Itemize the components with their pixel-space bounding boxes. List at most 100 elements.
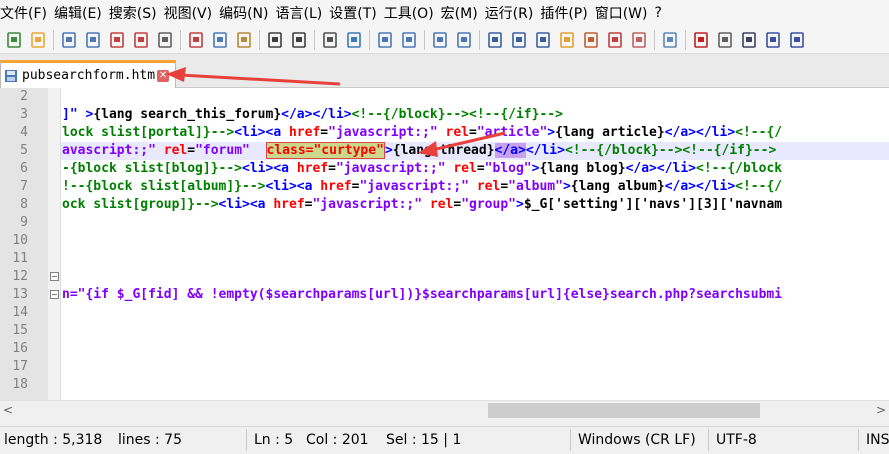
editor-area[interactable]: 2 3]" >{lang search_this_forum}</a></li><… [0,88,889,400]
doc-map-icon[interactable] [581,30,601,50]
menu-item-0[interactable]: 文件(F) [0,3,53,23]
status-lines: lines : 75 [118,432,182,448]
tab-label: pubsearchform.htm [22,68,156,83]
tab-pubsearchform[interactable]: pubsearchform.htm ✕ [0,60,176,88]
word-wrap-icon[interactable] [485,30,505,50]
function-list-icon[interactable] [605,30,625,50]
undo-icon[interactable] [265,30,285,50]
code-line: ock slist[group]}--><li><a href="javascr… [62,196,782,214]
code-token: <!--{/block}--><!--{/if}--> [351,107,563,122]
scroll-thumb[interactable] [488,403,760,418]
line-number: 3 [20,107,28,122]
toolbar-separator [685,29,686,50]
toolbar-separator [369,29,370,50]
cut-icon[interactable] [186,30,206,50]
code-token: <li><a [242,161,297,176]
close-all-icon[interactable] [131,30,151,50]
line-number: 4 [20,125,28,140]
code-token: <!--{/ [735,125,783,140]
code-token: > [516,197,524,212]
replace-icon[interactable] [344,30,364,50]
toolbar [0,26,889,54]
line-number: 17 [12,359,28,374]
find-icon[interactable] [320,30,340,50]
indent-guide-icon[interactable] [533,30,553,50]
menu-item-12[interactable]: ? [654,5,668,21]
record-macro-icon[interactable] [691,30,711,50]
sync-v-icon[interactable] [430,30,450,50]
code-token: !--{block slist[album]}--> [62,179,266,194]
status-sel: Sel : 15 | 1 [386,432,462,448]
show-all-chars-icon[interactable] [509,30,529,50]
stop-macro-icon[interactable] [715,30,735,50]
status-separator [246,429,247,451]
folder-workspace-icon[interactable] [629,30,649,50]
line-number: 2 [20,89,28,104]
toolbar-separator [654,29,655,50]
code-token: n="{if $_G[fid] && !empty($searchparams[… [62,287,783,302]
menu-item-1[interactable]: 编辑(E) [53,3,108,23]
code-token: > [547,125,556,140]
scroll-right-icon[interactable]: > [876,403,886,417]
scroll-left-icon[interactable]: < [3,403,13,417]
menu-item-10[interactable]: 插件(P) [539,3,593,23]
status-separator [708,429,709,451]
code-token: > [384,143,393,158]
code-token: avascript:;" [62,143,156,158]
zoom-in-icon[interactable] [375,30,395,50]
code-line: avascript:;" rel="forum" class="curtype"… [62,142,776,160]
run-macro-multi-icon[interactable] [763,30,783,50]
zoom-out-icon[interactable] [399,30,419,50]
code-token: rel [163,143,188,158]
tab-close-icon[interactable]: ✕ [157,69,170,82]
line-number: 12 [12,269,28,284]
menu-item-4[interactable]: 编码(N) [218,3,274,23]
redo-icon[interactable] [289,30,309,50]
sync-h-icon[interactable] [454,30,474,50]
monitor-icon[interactable] [660,30,680,50]
status-eol: Windows (CR LF) [578,432,696,448]
save-macro-icon[interactable] [787,30,807,50]
close-icon[interactable] [107,30,127,50]
print-icon[interactable] [155,30,175,50]
new-file-icon[interactable] [4,30,24,50]
code-token: rel [445,125,470,140]
code-token: rel [429,197,454,212]
save-icon[interactable] [59,30,79,50]
code-token: ]" > [62,107,94,122]
code-token: <!--{/block}--><!--{/if}--> [564,143,777,158]
code-token: ock slist[group]}--> [62,197,219,212]
code-token: <li><a [234,125,289,140]
menu-item-11[interactable]: 窗口(W) [594,3,654,23]
code-token: = [187,143,196,158]
menu-item-9[interactable]: 运行(R) [484,3,540,23]
horizontal-scrollbar[interactable]: < > [0,400,889,420]
menu-item-3[interactable]: 视图(V) [163,3,219,23]
code-token: <li><a [265,179,321,194]
menu-item-7[interactable]: 工具(O) [383,3,440,23]
play-macro-icon[interactable] [739,30,759,50]
code-token: "group" [461,197,516,212]
toolbar-separator [424,29,425,50]
code-token: {lang article} [555,125,665,140]
paste-icon[interactable] [234,30,254,50]
code-token: href [296,161,329,176]
udl-icon[interactable] [557,30,577,50]
menu-item-2[interactable]: 搜索(S) [108,3,163,23]
open-file-icon[interactable] [28,30,48,50]
menu-item-5[interactable]: 语言(L) [275,3,329,23]
menu-item-6[interactable]: 设置(T) [328,3,382,23]
fold-toggle-icon[interactable] [50,272,59,281]
code-line: !--{block slist[album]}--><li><a href = "j… [62,178,782,196]
code-token: "javascript:;" [335,161,446,176]
menu-item-8[interactable]: 宏(M) [440,3,484,23]
fold-toggle-icon[interactable] [50,290,59,299]
status-bar: length : 5,318 lines : 75 Ln : 5 Col : 2… [0,426,889,454]
copy-icon[interactable] [210,30,230,50]
save-all-icon[interactable] [83,30,103,50]
status-col: Col : 201 [306,432,369,448]
